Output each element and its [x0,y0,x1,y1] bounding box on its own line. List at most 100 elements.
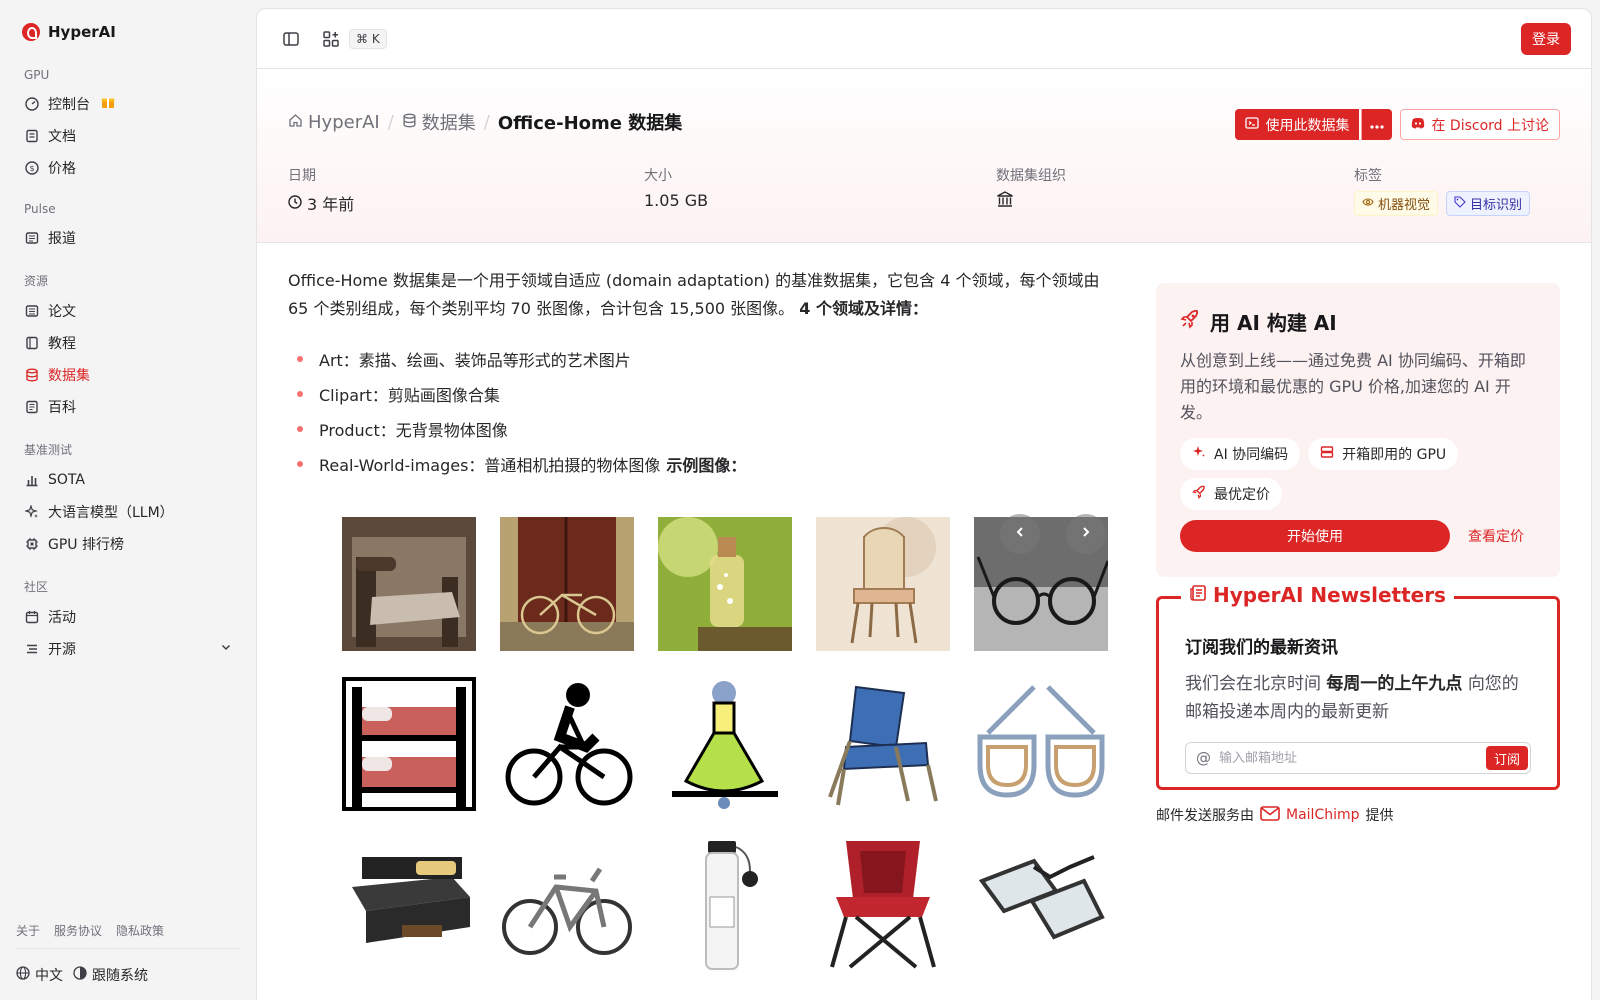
tag-computer-vision[interactable]: 机器视觉 [1354,191,1439,216]
get-started-button[interactable]: 开始使用 [1180,520,1450,552]
sidebar-item-datasets[interactable]: 数据集 [16,359,240,391]
sidebar-item-docs[interactable]: 文档 [16,120,240,152]
view-pricing-link[interactable]: 查看定价 [1468,526,1524,546]
section-title-community: 社区 [24,580,49,594]
privacy-link[interactable]: 隐私政策 [116,922,164,939]
sidebar-item-papers[interactable]: 论文 [16,295,240,327]
chip-label: AI 协同编码 [1214,447,1289,463]
meta-date: 日期 3 年前 [288,165,354,215]
book-open-icon [24,400,39,415]
example-image-clipart-chair [816,677,950,811]
example-image-product-chair [816,837,950,971]
sidebar-item-tutorials[interactable]: 教程 [16,327,240,359]
breadcrumb-home[interactable]: HyperAI [288,112,380,133]
meta-organization-value [996,191,1066,211]
newspaper-icon [1189,583,1207,607]
example-image-product-bed [342,837,476,971]
meta-tags: 标签 机器视觉 目标识别 [1354,165,1531,216]
keyboard-shortcut[interactable]: ⌘ K [349,28,387,49]
description-bold: 4 个领域及详情： [799,299,928,318]
more-options-button[interactable] [1361,109,1393,140]
provider-suffix: 提供 [1365,808,1394,824]
domain-text: Real-World-images：普通相机拍摄的物体图像 [319,455,661,475]
dataset-description: Office-Home 数据集是一个用于领域自适应 (domain adapta… [288,267,1114,323]
sidebar-item-open-source[interactable]: 开源 [16,633,240,665]
promo-title: 用 AI 构建 AI [1180,307,1536,336]
email-input[interactable] [1219,750,1478,766]
feature-chip-ai-coding: AI 协同编码 [1180,438,1301,470]
discord-discuss-button[interactable]: 在 Discord 上讨论 [1400,109,1560,140]
newsletter-heading: 订阅我们的最新资讯 [1185,638,1338,658]
tag-icon [1454,195,1466,212]
eye-icon [1362,196,1374,211]
use-dataset-label: 使用此数据集 [1265,117,1350,134]
sidebar-item-console[interactable]: 控制台 [16,88,240,120]
paper-icon [24,304,39,319]
mailchimp-link[interactable]: MailChimp [1260,805,1360,825]
rocket-icon [1192,485,1206,503]
provider-prefix: 邮件发送服务由 [1156,808,1254,824]
sidebar-item-events[interactable]: 活动 [16,601,240,633]
chevron-right-icon [1080,526,1092,542]
database-icon [24,368,39,383]
domain-list: Art：素描、绘画、装饰品等形式的艺术图片 Clipart：剪贴画图像合集 Pr… [288,341,1114,481]
command-palette-icon[interactable] [317,25,345,53]
build-ai-promo-card: 用 AI 构建 AI 从创意到上线——通过免费 AI 协同编码、开箱即用的环境和… [1156,283,1560,577]
sidebar-item-label: SOTA [48,472,85,488]
newsletter-form: @ 订阅 [1185,742,1531,774]
section-title-pulse: Pulse [24,202,56,216]
sidebar-item-label: 文档 [48,129,76,145]
chevron-down-icon[interactable] [220,641,232,657]
mailchimp-credit: 邮件发送服务由 MailChimp 提供 [1156,805,1394,825]
sidebar-toggle-icon[interactable] [277,25,305,53]
at-sign-icon: @ [1196,749,1211,767]
sidebar-item-wiki[interactable]: 百科 [16,391,240,423]
meta-date-label: 日期 [288,168,316,184]
use-dataset-button[interactable]: 使用此数据集 [1235,109,1360,140]
dataset-meta: 日期 3 年前 大小 1.05 GB 数据集组织 标签 机器视觉 目标识别 [288,165,1560,216]
mailchimp-name: MailChimp [1286,807,1360,823]
sidebar-item-llm[interactable]: 大语言模型（LLM） [16,496,240,528]
theme-label: 跟随系统 [92,968,148,984]
chevron-left-icon [1014,526,1026,542]
subscribe-button[interactable]: 订阅 [1485,746,1528,770]
sparkles-icon [1192,445,1206,463]
sidebar-item-label: 活动 [48,610,76,626]
sidebar-item-pricing[interactable]: $ 价格 [16,152,240,184]
tag-object-recognition[interactable]: 目标识别 [1446,191,1531,216]
section-title-gpu: GPU [24,68,50,82]
example-image-art-bed [342,517,476,651]
carousel-next-button[interactable] [1066,514,1106,554]
chip-label: 开箱即用的 GPU [1342,447,1447,463]
institution-icon [996,191,1014,211]
sidebar-item-sota[interactable]: SOTA [16,464,240,496]
sidebar-item-label: 论文 [48,304,76,320]
globe-icon [16,966,30,984]
cpu-icon [24,537,39,552]
dollar-icon: $ [24,161,39,176]
sidebar-item-label: 报道 [48,231,76,247]
meta-size-label: 大小 [644,168,672,184]
example-image-clipart-bunkbed [342,677,476,811]
sidebar-item-news[interactable]: 报道 [16,222,240,254]
brand[interactable]: HyperAI [16,14,240,50]
meta-size: 大小 1.05 GB [644,165,708,210]
breadcrumb-datasets-label: 数据集 [421,113,476,134]
example-image-clipart-cyclist [500,677,634,811]
about-link[interactable]: 关于 [16,922,40,939]
breadcrumb-datasets[interactable]: 数据集 [402,109,476,135]
sidebar-item-gpu-ranking[interactable]: GPU 排行榜 [16,528,240,560]
carousel-prev-button[interactable] [1000,514,1040,554]
description-text: Office-Home 数据集是一个用于领域自适应 (domain adapta… [288,271,1100,318]
feature-chip-gpu: 开箱即用的 GPU [1308,438,1459,470]
login-button[interactable]: 登录 [1521,22,1571,55]
theme-switcher[interactable]: 跟随系统 [73,965,148,985]
terms-link[interactable]: 服务协议 [54,922,102,939]
calendar-icon [24,610,39,625]
footer-links: 关于 服务协议 隐私政策 [16,922,240,949]
sidebar-item-label: 控制台 [48,97,90,113]
sidebar-item-label: 大语言模型（LLM） [48,505,174,521]
sidebar-item-label: 教程 [48,336,76,352]
language-switcher[interactable]: 中文 [16,965,63,985]
server-icon [1320,445,1334,463]
